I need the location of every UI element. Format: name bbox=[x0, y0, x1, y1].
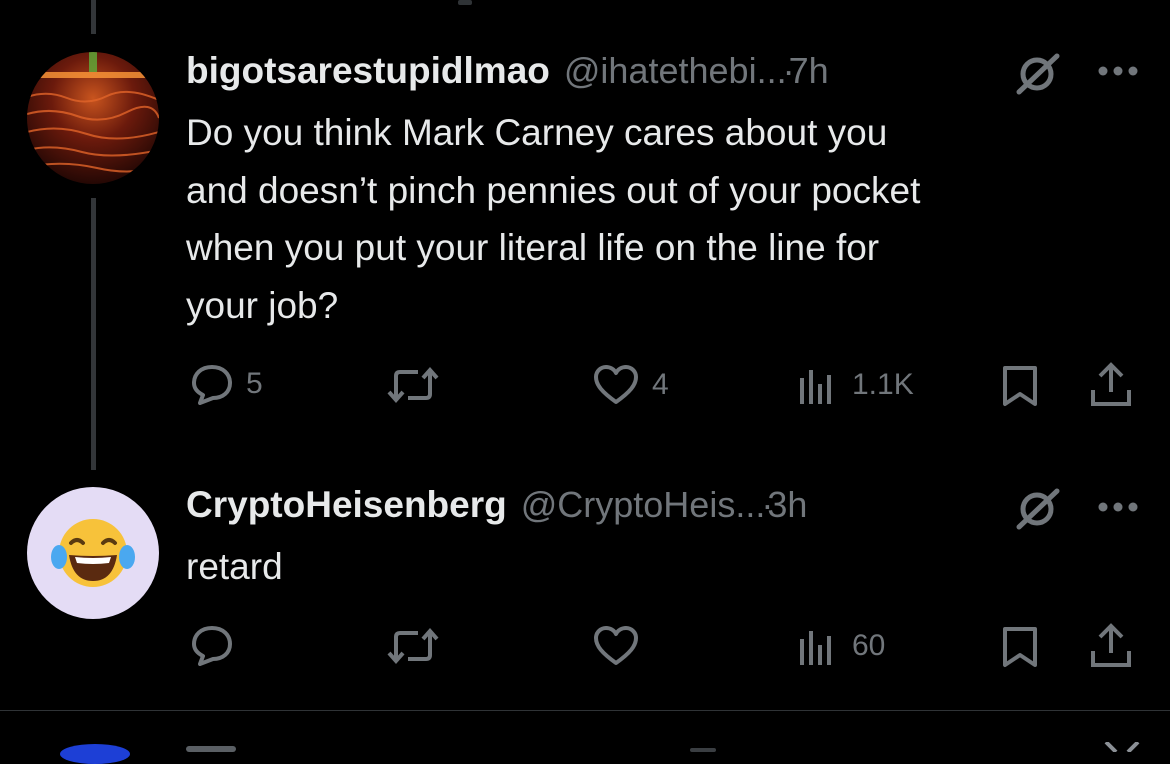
speech-bubble-icon bbox=[192, 365, 232, 405]
grok-slash-circle-icon[interactable] bbox=[1013, 52, 1063, 96]
heart-icon bbox=[594, 626, 638, 665]
share-upload-icon[interactable] bbox=[1088, 362, 1134, 408]
more-dots-icon[interactable] bbox=[1097, 500, 1139, 514]
tweet-header: CryptoHeisenberg @CryptoHeis... · 3h bbox=[186, 484, 807, 526]
share-upload-icon[interactable] bbox=[1088, 623, 1134, 669]
speech-bubble-icon bbox=[192, 626, 232, 666]
bar-chart-icon bbox=[800, 631, 831, 665]
thread-connector-top bbox=[91, 0, 96, 34]
next-avatar-fragment bbox=[60, 744, 130, 764]
like-button[interactable] bbox=[592, 625, 640, 667]
tweet-text-line: when you put your literal life on the li… bbox=[186, 227, 880, 268]
cropped-content-fragment bbox=[458, 0, 472, 5]
timestamp[interactable]: 3h bbox=[767, 484, 807, 526]
user-handle[interactable]: @CryptoHeis... bbox=[521, 484, 766, 526]
display-name[interactable]: bigotsarestupidlmao bbox=[186, 50, 550, 92]
bookmark-icon[interactable] bbox=[999, 364, 1041, 408]
tweet-header: bigotsarestupidlmao @ihatethebi... · 7h bbox=[186, 50, 829, 92]
reply-button[interactable]: 5 bbox=[190, 363, 263, 405]
like-count: 4 bbox=[652, 368, 669, 401]
heart-icon bbox=[594, 365, 638, 404]
user-handle[interactable]: @ihatethebi... bbox=[564, 50, 787, 92]
bookmark-icon[interactable] bbox=[999, 625, 1041, 669]
tweet-text: retard bbox=[186, 538, 283, 596]
retweet-arrows-icon bbox=[387, 627, 439, 665]
cropped-content-fragment bbox=[690, 748, 716, 752]
avatar[interactable] bbox=[27, 487, 159, 619]
reply-count: 5 bbox=[246, 367, 263, 400]
tweet-text-line: Do you think Mark Carney cares about you bbox=[186, 112, 888, 153]
retweet-arrows-icon bbox=[387, 366, 439, 404]
tweet-text-line: and doesn’t pinch pennies out of your po… bbox=[186, 169, 921, 211]
thread-connector bbox=[91, 198, 96, 470]
cropped-content-fragment bbox=[186, 746, 236, 752]
avatar[interactable] bbox=[27, 52, 159, 184]
laughing-emoji-icon bbox=[51, 519, 135, 587]
tweet-text: Do you think Mark Carney cares about you… bbox=[186, 104, 920, 334]
views-button[interactable]: 60 bbox=[796, 625, 885, 667]
tweet-text-line: your job? bbox=[186, 284, 339, 326]
timestamp[interactable]: 7h bbox=[789, 50, 829, 92]
retweet-button[interactable] bbox=[386, 627, 440, 665]
tweet-text-line: retard bbox=[186, 546, 283, 587]
grok-slash-circle-icon[interactable] bbox=[1013, 487, 1063, 531]
bar-chart-icon bbox=[800, 370, 831, 404]
close-icon[interactable] bbox=[1104, 742, 1140, 752]
like-button[interactable]: 4 bbox=[592, 364, 669, 406]
retweet-button[interactable] bbox=[386, 366, 440, 404]
views-button[interactable]: 1.1K bbox=[796, 364, 914, 406]
views-count: 1.1K bbox=[852, 368, 914, 401]
views-count: 60 bbox=[852, 629, 886, 662]
more-dots-icon[interactable] bbox=[1097, 64, 1139, 78]
reply-button[interactable] bbox=[190, 624, 234, 666]
divider bbox=[0, 710, 1170, 711]
display-name[interactable]: CryptoHeisenberg bbox=[186, 484, 507, 526]
